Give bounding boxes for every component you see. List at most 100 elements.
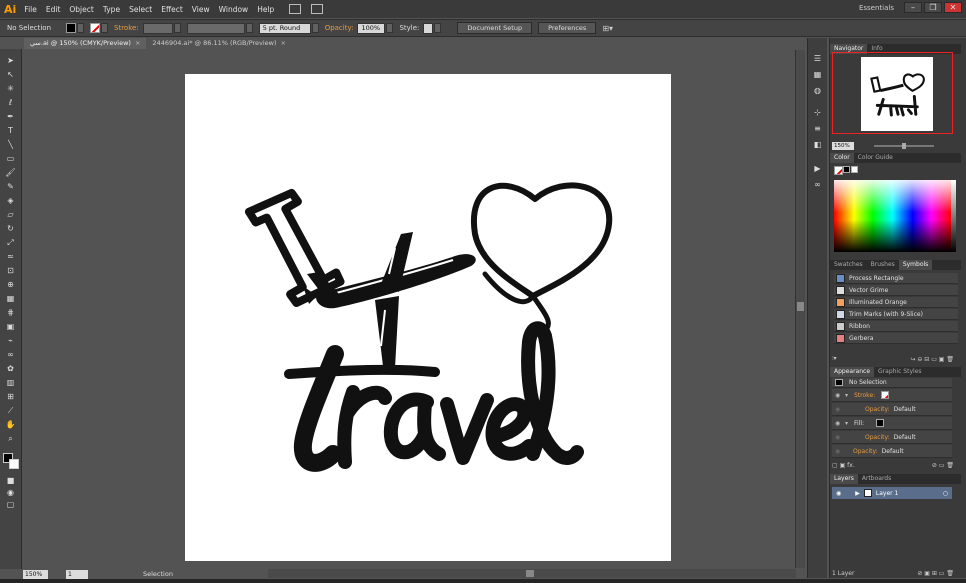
appearance-fill-row[interactable]: ◉ ▾ Fill: bbox=[832, 417, 952, 430]
shape-builder-tool-icon[interactable]: ⊕ bbox=[3, 279, 18, 290]
list-item[interactable]: Ribbon bbox=[834, 321, 958, 332]
chevron-down-icon[interactable]: ▾ bbox=[845, 420, 848, 427]
menu-effect[interactable]: Effect bbox=[161, 5, 183, 14]
navigator-view-box[interactable] bbox=[832, 52, 953, 134]
menu-window[interactable]: Window bbox=[219, 5, 249, 14]
symbol-actions-icon[interactable]: ↪ ⊖ ⊟ ▭ ▣ 🗑 bbox=[910, 356, 954, 363]
eraser-tool-icon[interactable]: ▱ bbox=[3, 209, 18, 220]
perspective-grid-tool-icon[interactable]: ▦ bbox=[3, 293, 18, 304]
bridge-icon[interactable] bbox=[289, 4, 302, 14]
warp-tool-icon[interactable]: ≈ bbox=[3, 251, 18, 262]
variable-width-field[interactable] bbox=[186, 22, 245, 34]
appearance-opacity-row[interactable]: ◉ Opacity: Default bbox=[832, 445, 952, 458]
free-transform-tool-icon[interactable]: ⊡ bbox=[3, 265, 18, 276]
horizontal-scrollbar[interactable] bbox=[268, 569, 796, 578]
tab-layers[interactable]: Layers bbox=[830, 474, 858, 484]
color-panel-icon[interactable]: ☰ bbox=[812, 54, 823, 64]
menu-select[interactable]: Select bbox=[129, 5, 152, 14]
preferences-button[interactable]: Preferences bbox=[538, 22, 597, 34]
tab-appearance[interactable]: Appearance bbox=[830, 367, 875, 377]
variable-width-dropdown[interactable] bbox=[245, 23, 253, 33]
close-icon[interactable]: ✕ bbox=[944, 2, 962, 13]
color-guide-icon[interactable]: ▦ bbox=[812, 70, 823, 80]
pencil-tool-icon[interactable]: ✎ bbox=[3, 181, 18, 192]
add-stroke-icon[interactable]: ▢ ▣ fx. bbox=[832, 462, 855, 469]
tab-graphic-styles[interactable]: Graphic Styles bbox=[874, 367, 925, 377]
symbol-sprayer-tool-icon[interactable]: ✿ bbox=[3, 363, 18, 374]
tab-symbols[interactable]: Symbols bbox=[898, 260, 933, 270]
transform-icon[interactable]: ⊹ bbox=[812, 108, 823, 118]
scale-tool-icon[interactable]: ⤢ bbox=[3, 237, 18, 248]
stroke-dropdown[interactable] bbox=[101, 23, 109, 33]
appearance-fill-opacity-row[interactable]: ◉ Opacity: Default bbox=[832, 431, 952, 444]
eye-icon[interactable]: ◉ bbox=[835, 406, 843, 413]
symbol-libraries-icon[interactable]: ⫶▾ bbox=[832, 355, 837, 363]
travel-artwork[interactable] bbox=[185, 74, 671, 561]
list-item[interactable]: Gerbera bbox=[834, 333, 958, 344]
eye-icon[interactable]: ◉ bbox=[835, 448, 843, 455]
paintbrush-tool-icon[interactable]: 🖌 bbox=[3, 167, 18, 178]
rotate-tool-icon[interactable]: ↻ bbox=[3, 223, 18, 234]
navigator-zoom-field[interactable]: 150% bbox=[832, 141, 854, 150]
artboard[interactable] bbox=[185, 74, 671, 561]
eye-icon[interactable]: ◉ bbox=[835, 392, 843, 399]
arrange-documents-icon[interactable] bbox=[311, 4, 324, 14]
color-white-swatch[interactable] bbox=[851, 166, 858, 173]
line-tool-icon[interactable]: ╲ bbox=[3, 139, 18, 150]
tab-close-icon[interactable]: × bbox=[135, 39, 140, 47]
zoom-field[interactable]: 150% bbox=[23, 569, 48, 579]
appearance-stroke-label[interactable]: Stroke: bbox=[854, 392, 875, 399]
tab-brushes[interactable]: Brushes bbox=[867, 260, 899, 270]
color-mode-icon[interactable]: ■ bbox=[3, 475, 18, 486]
tab-color-guide[interactable]: Color Guide bbox=[854, 153, 897, 163]
mesh-tool-icon[interactable]: ⋕ bbox=[3, 307, 18, 318]
appearance-opacity-label[interactable]: Opacity: bbox=[853, 448, 878, 455]
eye-icon[interactable]: ◉ bbox=[835, 420, 843, 427]
tab-document-1[interactable]: سي.ai @ 150% (CMYK/Preview) × bbox=[24, 38, 147, 49]
artboard-tool-icon[interactable]: ⊞ bbox=[3, 391, 18, 402]
menu-file[interactable]: File bbox=[24, 5, 37, 14]
appearance-fill-label[interactable]: Fill: bbox=[854, 420, 864, 427]
eye-icon[interactable]: ◉ bbox=[835, 434, 843, 441]
stroke-swatch[interactable] bbox=[90, 23, 101, 33]
tab-artboards[interactable]: Artboards bbox=[858, 474, 895, 484]
brush-field[interactable]: 5 pt. Round bbox=[258, 22, 311, 34]
target-icon[interactable]: ○ bbox=[943, 490, 948, 497]
rectangle-tool-icon[interactable]: ▭ bbox=[3, 153, 18, 164]
tab-color[interactable]: Color bbox=[830, 153, 854, 163]
workspace-switcher[interactable]: Essentials bbox=[859, 4, 894, 12]
menu-help[interactable]: Help bbox=[257, 5, 274, 14]
appearance-opacity-label[interactable]: Opacity: bbox=[865, 406, 890, 413]
fill-swatch[interactable] bbox=[66, 23, 77, 33]
stroke-weight-dropdown[interactable] bbox=[173, 23, 181, 33]
navigator-zoom-slider[interactable] bbox=[874, 142, 934, 149]
selection-tool-icon[interactable]: ➤ bbox=[3, 55, 18, 66]
opacity-field[interactable]: 100% bbox=[357, 22, 386, 34]
eyedropper-tool-icon[interactable]: ⌁ bbox=[3, 335, 18, 346]
menu-type[interactable]: Type bbox=[103, 5, 120, 14]
menu-edit[interactable]: Edit bbox=[46, 5, 61, 14]
restore-icon[interactable]: ❐ bbox=[924, 2, 942, 13]
zoom-tool-icon[interactable]: ⌕ bbox=[3, 433, 18, 444]
drawing-mode-icon[interactable]: ◉ bbox=[3, 487, 18, 498]
appearance-stroke-opacity-row[interactable]: ◉ Opacity: Default bbox=[832, 403, 952, 416]
opacity-dropdown[interactable] bbox=[386, 23, 394, 33]
chevron-down-icon[interactable]: ▾ bbox=[845, 392, 848, 399]
hand-tool-icon[interactable]: ✋ bbox=[3, 419, 18, 430]
menu-view[interactable]: View bbox=[192, 5, 210, 14]
color-spectrum-grayscale[interactable] bbox=[951, 180, 956, 252]
tab-document-2[interactable]: 2446904.ai* @ 86.11% (RGB/Preview) × bbox=[146, 38, 292, 49]
list-item[interactable]: Process Rectangle bbox=[834, 273, 958, 284]
artboard-number-field[interactable]: 1 bbox=[66, 569, 88, 579]
color-spectrum[interactable] bbox=[834, 180, 951, 252]
column-graph-tool-icon[interactable]: ▥ bbox=[3, 377, 18, 388]
document-setup-button[interactable]: Document Setup bbox=[457, 22, 533, 34]
color-black-swatch[interactable] bbox=[843, 166, 850, 173]
actions-icon[interactable]: ▶ bbox=[812, 164, 823, 174]
stroke-color-icon[interactable] bbox=[9, 459, 19, 469]
list-item[interactable]: Illuminated Orange bbox=[834, 297, 958, 308]
horizontal-scroll-thumb[interactable] bbox=[526, 570, 534, 577]
minimize-icon[interactable]: – bbox=[904, 2, 922, 13]
slice-tool-icon[interactable]: ⟋ bbox=[3, 405, 18, 416]
tab-close-icon[interactable]: × bbox=[281, 39, 286, 47]
